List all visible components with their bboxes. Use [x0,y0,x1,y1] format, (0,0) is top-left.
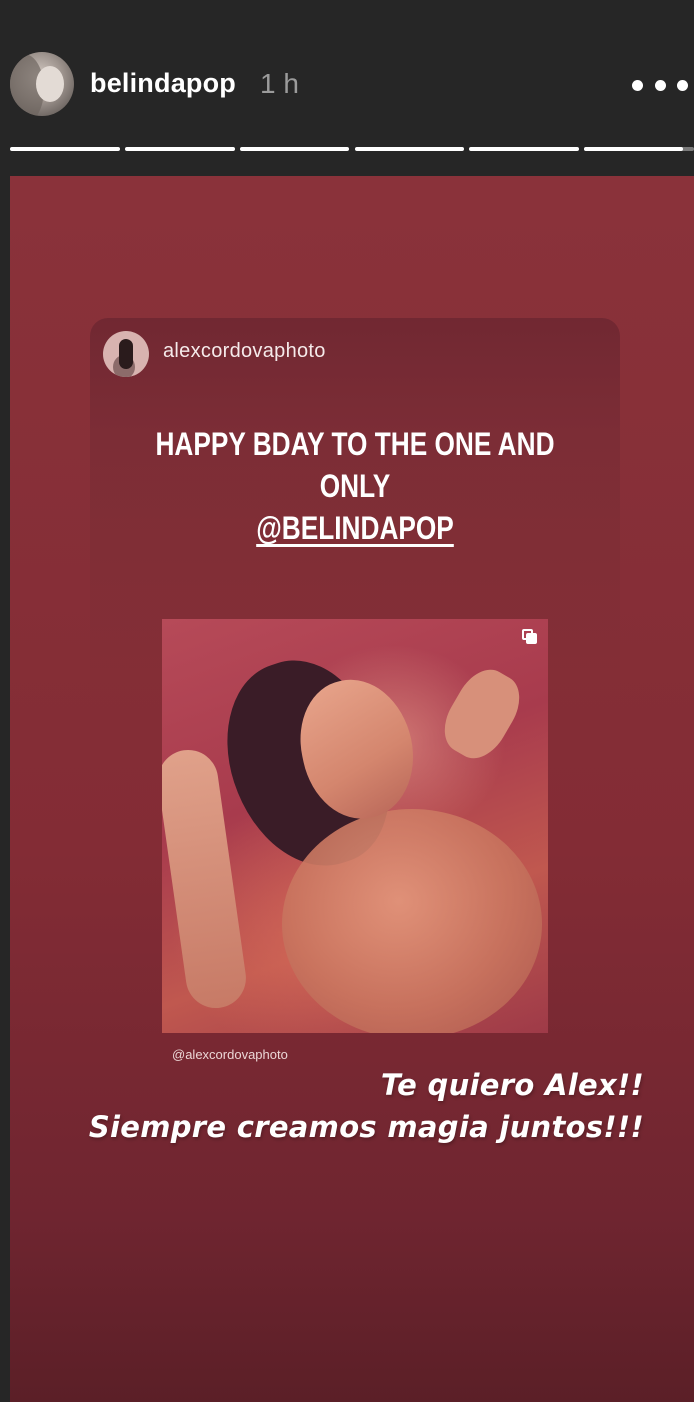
more-dot-icon [632,79,643,91]
story-text-sticker: Te quiero Alex!! Siempre creamos magia j… [70,1064,644,1148]
gallery-icon-front [526,633,537,644]
shared-post-author[interactable]: alexcordovaphoto [163,340,326,363]
gallery-icon [522,629,538,645]
progress-segment-fill [584,147,683,151]
photo-body [282,809,542,1033]
profile-avatar[interactable] [10,52,74,116]
story-progress-bar [10,147,694,152]
progress-segment [10,147,120,151]
story-username[interactable]: belindapop [90,68,236,99]
more-dot-icon [654,79,666,91]
more-dot-icon [677,79,688,91]
story-viewer: belindapop 1 h alexcordovaphoto HAPPY BD… [0,0,694,1402]
story-content[interactable]: alexcordovaphoto HAPPY BDAY TO THE ONE A… [10,176,694,1402]
shared-post-avatar[interactable] [103,331,149,377]
shared-post-photo[interactable] [162,619,548,1033]
sticker-line: Te quiero Alex!! [380,1068,644,1102]
more-options-button[interactable] [632,70,688,100]
caption-mention-link[interactable]: @BELINDAPOP [256,510,454,546]
progress-segment [354,147,465,151]
avatar-face [36,66,64,102]
photo-credit: @alexcordovaphoto [172,1047,288,1062]
avatar-figure-head [119,339,133,369]
shared-post-caption: HAPPY BDAY TO THE ONE AND ONLY @BELINDAP… [138,423,573,549]
progress-segment [584,147,694,151]
story-header: belindapop 1 h [0,0,694,175]
photo-hand [433,660,531,768]
caption-line: HAPPY BDAY TO THE ONE AND ONLY [155,426,555,504]
progress-segment [239,147,350,151]
story-timestamp: 1 h [260,68,299,99]
sticker-line: Siempre creamos magia juntos!!! [88,1110,644,1144]
progress-segment [124,147,235,151]
progress-segment [469,147,580,151]
